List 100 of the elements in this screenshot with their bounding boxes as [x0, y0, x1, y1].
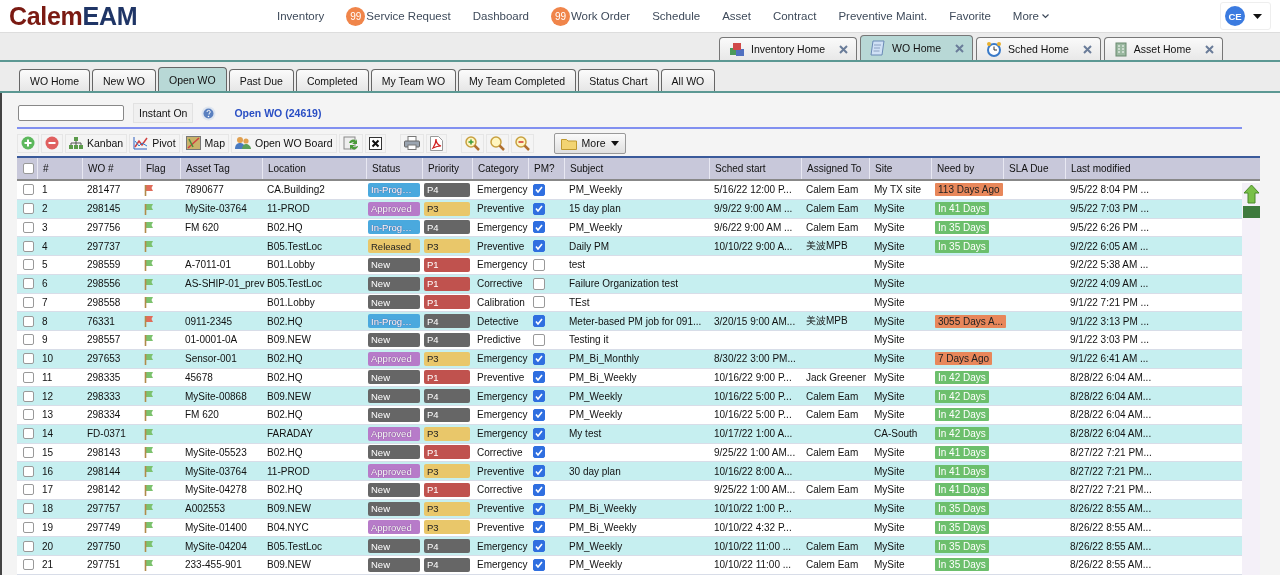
row-checkbox[interactable] [23, 334, 34, 346]
caret-icon[interactable] [1253, 13, 1262, 19]
row-checkbox[interactable] [23, 409, 34, 421]
pm-checkbox[interactable] [533, 371, 545, 384]
column-header[interactable]: Location [262, 158, 366, 179]
close-icon[interactable] [955, 43, 965, 53]
column-header[interactable]: SLA Due [1003, 158, 1065, 179]
toolbar-button[interactable]: Map [181, 133, 229, 153]
pm-checkbox[interactable] [533, 521, 545, 534]
row-checkbox[interactable] [23, 390, 34, 402]
nav-link[interactable]: Dashboard [472, 10, 529, 22]
tab[interactable]: Completed [295, 69, 369, 91]
up-arrow-icon[interactable] [1243, 184, 1260, 204]
row-checkbox[interactable] [23, 203, 34, 215]
pm-checkbox[interactable] [533, 296, 545, 309]
row-checkbox[interactable] [23, 259, 34, 271]
row-checkbox[interactable] [23, 428, 34, 440]
nav-link[interactable]: Work Order [570, 10, 631, 22]
row-checkbox[interactable] [23, 353, 34, 365]
search-icon[interactable] [489, 135, 505, 151]
column-header[interactable]: PM? [528, 158, 564, 179]
nav-link[interactable]: Preventive Maint. [838, 10, 928, 22]
pm-checkbox[interactable] [533, 502, 545, 515]
pm-checkbox[interactable] [533, 446, 545, 459]
toolbar-button[interactable]: Pivot [129, 133, 180, 153]
x-box-icon[interactable] [368, 136, 382, 150]
column-header[interactable]: Priority [422, 158, 472, 179]
nav-link[interactable]: Asset [722, 10, 751, 22]
column-header[interactable]: Last modified [1065, 158, 1160, 179]
row-checkbox[interactable] [23, 559, 34, 571]
user-menu-button[interactable]: CE [1220, 2, 1271, 30]
close-icon[interactable] [1205, 44, 1214, 54]
tab[interactable]: Status Chart [578, 69, 659, 91]
help-icon[interactable] [201, 105, 217, 121]
tab[interactable]: New WO [92, 69, 156, 91]
column-header[interactable]: Asset Tag [180, 158, 262, 179]
nav-link[interactable]: Schedule [652, 10, 701, 22]
row-checkbox[interactable] [23, 184, 34, 196]
tab[interactable]: Open WO [158, 67, 227, 91]
column-header[interactable]: Subject [564, 158, 709, 179]
toolbar-button[interactable]: Kanban [65, 133, 128, 153]
pm-checkbox[interactable] [533, 277, 545, 290]
column-header[interactable]: # [37, 158, 82, 179]
column-header[interactable]: Status [366, 158, 422, 179]
row-checkbox[interactable] [23, 521, 34, 533]
zoom-out-icon[interactable] [514, 135, 530, 151]
pm-checkbox[interactable] [533, 183, 545, 196]
remove-icon[interactable] [45, 136, 59, 150]
tab[interactable]: Past Due [228, 69, 294, 91]
column-header[interactable]: Sched start [709, 158, 801, 179]
close-icon[interactable] [1082, 44, 1092, 54]
tab[interactable]: WO Home [19, 69, 90, 91]
row-checkbox[interactable] [23, 446, 34, 458]
close-icon[interactable] [839, 44, 849, 54]
nav-link[interactable]: More [1012, 10, 1049, 22]
pdf-icon[interactable] [429, 135, 443, 151]
zoom-in-icon[interactable] [464, 135, 480, 151]
more-button[interactable]: More [553, 132, 626, 154]
pm-checkbox[interactable] [533, 240, 545, 253]
scrollbar[interactable] [1242, 183, 1260, 575]
nav-link[interactable]: Service Request [366, 10, 451, 22]
row-checkbox[interactable] [23, 540, 34, 552]
column-header[interactable]: Flag [140, 158, 180, 179]
pm-checkbox[interactable] [533, 221, 545, 234]
pm-checkbox[interactable] [533, 390, 545, 403]
pm-checkbox[interactable] [533, 465, 545, 478]
pm-checkbox[interactable] [533, 408, 545, 421]
refresh-icon[interactable] [342, 135, 359, 151]
pm-checkbox[interactable] [533, 483, 545, 496]
pm-checkbox[interactable] [533, 202, 545, 215]
add-icon[interactable] [21, 136, 35, 150]
tab[interactable]: My Team Completed [458, 69, 577, 91]
column-header[interactable]: Need by [931, 158, 1003, 179]
nav-link[interactable]: Inventory [277, 10, 325, 22]
instant-on-button[interactable]: Instant On [133, 103, 194, 123]
pm-checkbox[interactable] [533, 258, 545, 271]
pm-checkbox[interactable] [533, 540, 545, 553]
pm-checkbox[interactable] [533, 352, 545, 365]
pm-checkbox[interactable] [533, 558, 545, 571]
column-header[interactable]: Site [869, 158, 931, 179]
document-tab[interactable]: Sched Home [976, 37, 1101, 60]
search-field[interactable] [18, 105, 124, 121]
row-checkbox[interactable] [23, 371, 34, 383]
row-checkbox[interactable] [23, 278, 34, 290]
row-checkbox[interactable] [23, 503, 34, 515]
column-header[interactable]: WO # [82, 158, 140, 179]
column-header[interactable]: Assigned To [801, 158, 869, 179]
nav-link[interactable]: Favorite [949, 10, 991, 22]
select-all-checkbox[interactable] [23, 163, 34, 174]
pm-checkbox[interactable] [533, 333, 545, 346]
document-tab[interactable]: Inventory Home [718, 37, 858, 60]
tab[interactable]: My Team WO [370, 69, 457, 91]
row-checkbox[interactable] [23, 221, 34, 233]
row-checkbox[interactable] [23, 484, 34, 496]
tab[interactable]: All WO [660, 69, 716, 91]
document-tab[interactable]: Asset Home [1103, 37, 1223, 60]
scrollbar-thumb[interactable] [1243, 206, 1260, 218]
row-checkbox[interactable] [23, 465, 34, 477]
row-checkbox[interactable] [23, 315, 34, 327]
nav-link[interactable]: Contract [772, 10, 817, 22]
